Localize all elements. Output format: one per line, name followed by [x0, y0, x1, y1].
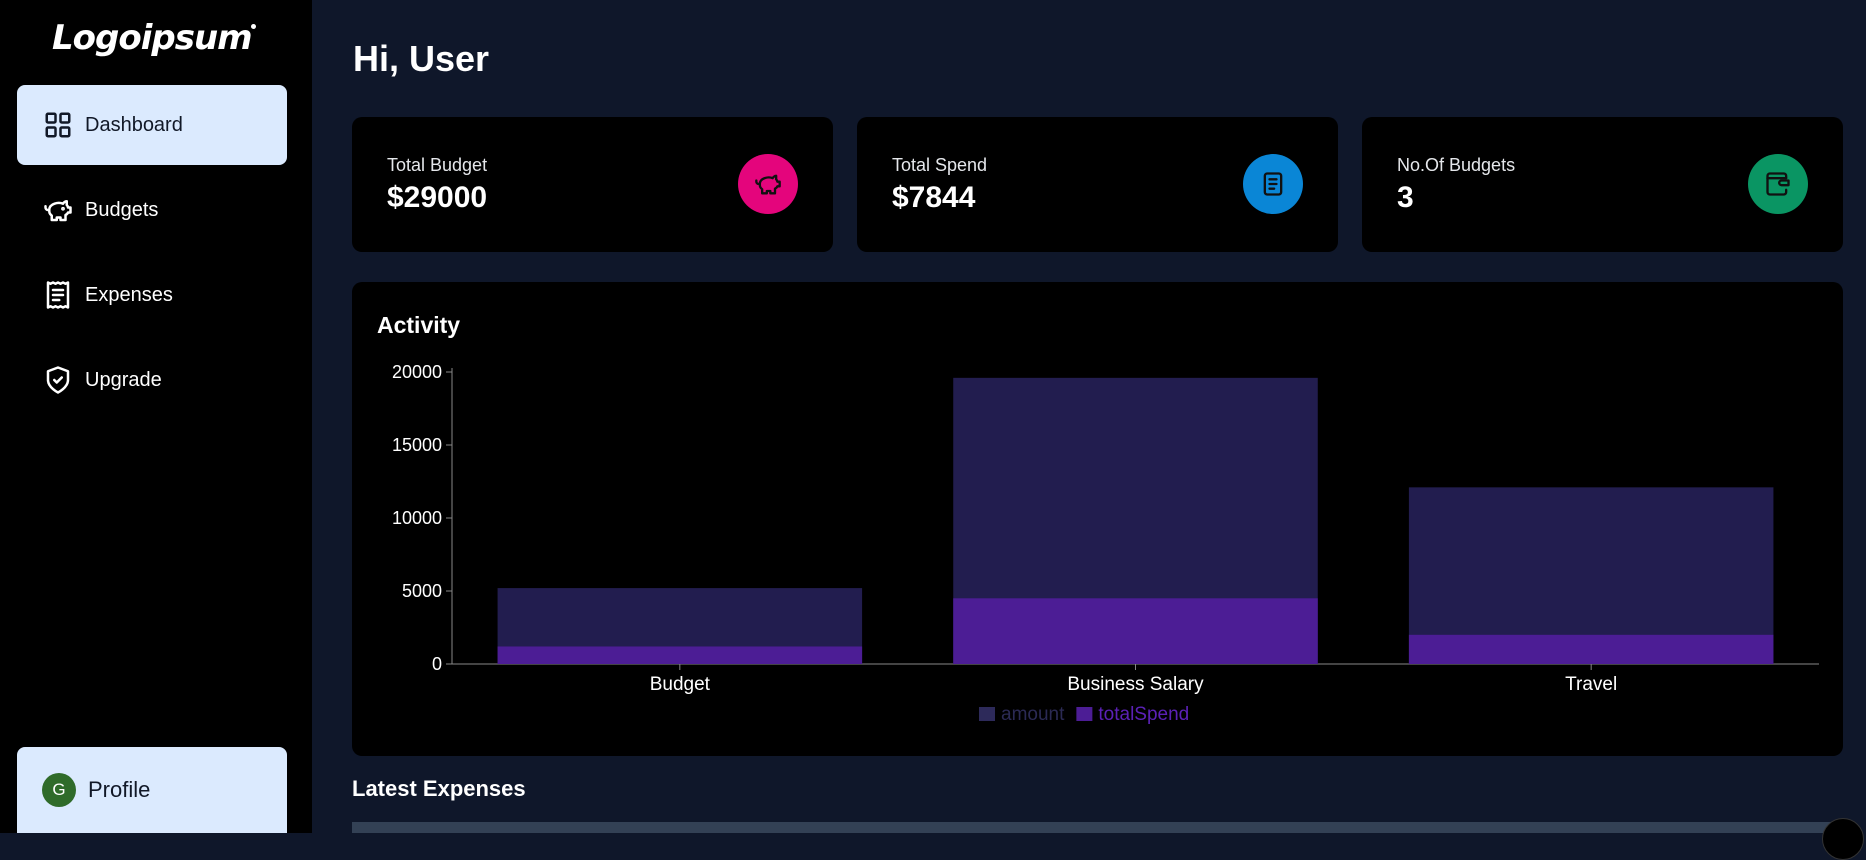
receipt-icon [1243, 154, 1303, 214]
card-value: 3 [1397, 181, 1414, 214]
sidebar-item-label: Expenses [85, 283, 173, 306]
floating-action-button[interactable] [1822, 818, 1864, 860]
y-tick-label: 5000 [402, 581, 442, 601]
activity-panel: Activity 0 5000 10000 15000 20000 Budget Busin… [352, 282, 1843, 756]
no-of-budgets-card: No.Of Budgets 3 [1362, 117, 1843, 252]
total-budget-card: Total Budget $29000 [352, 117, 833, 252]
avatar: G [42, 773, 76, 807]
legend-swatch-amount [979, 707, 995, 721]
sidebar-item-label: Dashboard [85, 113, 183, 136]
bar-totalSpend [497, 646, 863, 664]
x-tick-label: Travel [1565, 674, 1617, 695]
total-spend-card: Total Spend $7844 [857, 117, 1338, 252]
bar-totalSpend [1408, 634, 1774, 664]
bar-totalSpend [953, 598, 1318, 664]
profile-button[interactable]: G Profile [17, 747, 287, 833]
page-title: Hi, User [353, 38, 490, 79]
card-label: Total Spend [892, 155, 988, 175]
activity-bar-chart: 0 5000 10000 15000 20000 Budget Business Salar… [392, 362, 1819, 725]
expenses-table-header [352, 822, 1843, 833]
logo-text: Logoipsum [52, 18, 253, 58]
card-value: $7844 [892, 181, 976, 214]
avatar-letter: G [52, 780, 66, 799]
x-tick-label: Business Salary [1067, 674, 1204, 695]
profile-label: Profile [88, 777, 151, 802]
sidebar-item-budgets[interactable]: Budgets [17, 170, 287, 250]
legend-label-amount: amount [1001, 704, 1065, 725]
card-label: No.Of Budgets [1397, 155, 1516, 175]
card-value: $29000 [387, 181, 488, 214]
latest-expenses-title: Latest Expenses [352, 776, 526, 801]
card-label: Total Budget [387, 155, 488, 175]
sidebar-item-expenses[interactable]: Expenses [17, 255, 287, 335]
legend-swatch-totalSpend [1076, 707, 1093, 721]
sidebar: Logoipsum Dashboard Budgets Expenses Upg… [0, 0, 312, 833]
receipt-icon [46, 281, 70, 309]
sidebar-item-upgrade[interactable]: Upgrade [17, 340, 287, 420]
y-tick-label: 0 [432, 654, 442, 674]
sidebar-item-label: Upgrade [85, 368, 162, 391]
sidebar-item-dashboard[interactable]: Dashboard [17, 85, 287, 165]
y-tick-label: 20000 [392, 362, 442, 382]
logo-dot [251, 24, 256, 29]
y-tick-label: 15000 [392, 435, 442, 455]
logo[interactable]: Logoipsum [52, 18, 258, 62]
x-tick-label: Budget [650, 674, 711, 695]
piggy-bank-icon [44, 200, 72, 222]
legend-label-totalSpend: totalSpend [1098, 704, 1189, 725]
y-tick-label: 10000 [392, 508, 442, 528]
wallet-icon [1748, 154, 1808, 214]
piggy-bank-icon [738, 154, 798, 214]
dashboard-grid-icon [45, 112, 71, 138]
shield-check-icon [46, 366, 70, 394]
sidebar-item-label: Budgets [85, 198, 159, 221]
